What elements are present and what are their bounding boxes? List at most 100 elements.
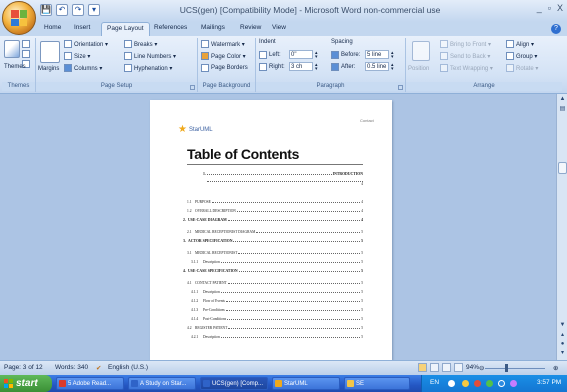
margins-icon[interactable] bbox=[40, 41, 60, 63]
network-icon[interactable] bbox=[462, 380, 469, 387]
toc-entry[interactable]: 2. USE-CASE DIAGRAM 4 bbox=[183, 218, 363, 222]
volume-icon[interactable] bbox=[498, 380, 505, 387]
taskbar-task[interactable]: A Study on Star... bbox=[128, 377, 196, 390]
select-browse-object-icon[interactable]: ● bbox=[559, 341, 566, 348]
rotate-button[interactable]: Rotate ▾ bbox=[506, 64, 538, 72]
customize-qat-icon[interactable]: ▾ bbox=[88, 4, 100, 16]
theme-fonts-icon[interactable] bbox=[22, 50, 30, 58]
clock[interactable]: 3:57 PM bbox=[537, 379, 561, 386]
tab-view[interactable]: View bbox=[272, 24, 286, 31]
position-button[interactable]: Position bbox=[408, 66, 429, 72]
undo-icon[interactable]: ↶ bbox=[56, 4, 68, 16]
toc-entry[interactable]: 3.1.1 Description 5 bbox=[191, 260, 363, 264]
taskbar-task[interactable]: 5 Adobe Read... bbox=[56, 377, 124, 390]
language-bar[interactable]: EN bbox=[430, 379, 439, 386]
theme-colors-icon[interactable] bbox=[22, 40, 30, 48]
toc-entry[interactable]: 2.1 MEDICAL RECEPTIONIST DIAGRAM 5 bbox=[187, 230, 363, 234]
start-button[interactable]: start bbox=[0, 375, 52, 392]
minimize-button[interactable]: _ bbox=[537, 3, 542, 13]
hyphenation-button[interactable]: Hyphenation ▾ bbox=[124, 64, 172, 72]
restore-button[interactable]: ▫ bbox=[548, 3, 551, 13]
indent-left-spinner-icon[interactable]: ▴ ▾ bbox=[315, 50, 319, 59]
toc-entry[interactable]: 4.2 REGISTER PATIENT 5 bbox=[187, 326, 363, 330]
scroll-thumb[interactable] bbox=[558, 162, 567, 174]
page-count[interactable]: Page: 3 of 12 bbox=[4, 364, 43, 371]
indent-right-spinner-icon[interactable]: ▴ ▾ bbox=[315, 62, 319, 71]
text-wrapping-button[interactable]: Text Wrapping ▾ bbox=[440, 64, 493, 72]
web-layout-icon[interactable] bbox=[442, 363, 451, 372]
outline-view-icon[interactable] bbox=[454, 363, 463, 372]
toc-entry[interactable]: 3.1 MEDICAL RECEPTIONIST 5 bbox=[187, 251, 363, 255]
word-count[interactable]: Words: 340 bbox=[55, 364, 88, 371]
indent-left-input[interactable]: 0" bbox=[289, 50, 313, 59]
spacing-after-input[interactable]: 0.5 line bbox=[365, 62, 389, 71]
size-button[interactable]: Size ▾ bbox=[64, 52, 90, 60]
breaks-button[interactable]: Breaks ▾ bbox=[124, 40, 157, 48]
toc-entry[interactable]: 4.1.4 Post-Conditions 5 bbox=[191, 317, 363, 321]
language-indicator[interactable]: English (U.S.) bbox=[108, 364, 148, 371]
orientation-button[interactable]: Orientation ▾ bbox=[64, 40, 108, 48]
next-page-icon[interactable]: ▾ bbox=[559, 350, 566, 357]
spacing-before-spinner-icon[interactable]: ▴ ▾ bbox=[391, 50, 395, 59]
zoom-level[interactable]: 94% bbox=[466, 364, 479, 371]
help-icon[interactable]: ? bbox=[551, 24, 561, 34]
update-icon[interactable] bbox=[486, 380, 493, 387]
position-icon[interactable] bbox=[412, 41, 430, 61]
indent-right-input[interactable]: 3 ch bbox=[289, 62, 313, 71]
spacing-before-input[interactable]: 5 line bbox=[365, 50, 389, 59]
taskbar-task[interactable]: StarUML bbox=[272, 377, 340, 390]
toc-entry[interactable]: 4.1.1 Description 5 bbox=[191, 290, 363, 294]
print-layout-icon[interactable] bbox=[418, 363, 427, 372]
page-borders-button[interactable]: Page Borders bbox=[201, 64, 248, 72]
scroll-down-icon[interactable]: ▼ bbox=[559, 322, 566, 329]
align-button[interactable]: Align ▾ bbox=[506, 40, 534, 48]
toc-entry[interactable]: 4.1 CONTACT PATIENT 5 bbox=[187, 281, 363, 285]
zoom-in-icon[interactable]: ⊕ bbox=[553, 364, 558, 372]
office-button[interactable] bbox=[2, 1, 36, 35]
tab-mailings[interactable]: Mailings bbox=[201, 24, 225, 31]
toc-entry[interactable]: 1.2 OVERALL DESCRIPTION 4 bbox=[187, 209, 363, 213]
themes-icon[interactable] bbox=[4, 40, 20, 58]
line-numbers-button[interactable]: Line Numbers ▾ bbox=[124, 52, 176, 60]
scroll-up-icon[interactable]: ▲ bbox=[559, 96, 566, 103]
toc-entry[interactable]: 1.1 PURPOSE 4 bbox=[187, 200, 363, 204]
previous-page-icon[interactable]: ▴ bbox=[559, 332, 566, 339]
zoom-out-icon[interactable]: ⊖ bbox=[479, 364, 484, 372]
toc-entry[interactable]: 4.1.2 Flow of Events 5 bbox=[191, 299, 363, 303]
toc-entry[interactable]: 1. INTRODUCTION bbox=[187, 172, 363, 176]
bring-to-front-button[interactable]: Bring to Front ▾ bbox=[440, 40, 491, 48]
page-setup-launcher-icon[interactable] bbox=[190, 85, 195, 90]
taskbar-task[interactable]: SE bbox=[344, 377, 410, 390]
page-color-button[interactable]: Page Color ▾ bbox=[201, 52, 246, 60]
proofing-icon[interactable]: ✔ bbox=[96, 364, 101, 372]
toc-entry[interactable]: 3. ACTOR SPECIFICATION 5 bbox=[183, 239, 363, 243]
zoom-slider-knob[interactable] bbox=[505, 364, 508, 372]
themes-button[interactable]: Themes bbox=[4, 64, 26, 70]
tab-home[interactable]: Home bbox=[44, 24, 61, 31]
messenger-icon[interactable] bbox=[510, 380, 517, 387]
tab-page-layout[interactable]: Page Layout bbox=[101, 22, 150, 36]
taskbar-task[interactable]: UCS(gen) [Comp... bbox=[200, 377, 268, 390]
antivirus-icon[interactable] bbox=[474, 380, 481, 387]
save-icon[interactable]: 💾 bbox=[40, 4, 52, 16]
columns-button[interactable]: Columns ▾ bbox=[64, 64, 102, 72]
tab-review[interactable]: Review bbox=[240, 24, 261, 31]
toc-entry[interactable]: 4.2.1 Description 5 bbox=[191, 335, 363, 339]
tab-insert[interactable]: Insert bbox=[74, 24, 90, 31]
group-button[interactable]: Group ▾ bbox=[506, 52, 537, 60]
zoom-slider[interactable] bbox=[485, 368, 545, 369]
document-page[interactable]: ★ StarUML Contact Table of Contents 1. IN… bbox=[150, 100, 392, 360]
toc-entry[interactable]: 4. USE-CASE SPECIFICATION 5 bbox=[183, 269, 363, 273]
full-screen-reading-icon[interactable] bbox=[430, 363, 439, 372]
toc-entry[interactable]: 4.1.3 Pre-Conditions 5 bbox=[191, 308, 363, 312]
close-button[interactable]: X bbox=[557, 3, 563, 13]
tab-references[interactable]: References bbox=[154, 24, 187, 31]
watermark-button[interactable]: Watermark ▾ bbox=[201, 40, 245, 48]
redo-icon[interactable]: ↷ bbox=[72, 4, 84, 16]
document-area[interactable]: ★ StarUML Contact Table of Contents 1. IN… bbox=[0, 94, 556, 360]
vertical-scrollbar[interactable]: ▲ ▤ ▼ ▴ ● ▾ bbox=[556, 94, 567, 360]
send-to-back-button[interactable]: Send to Back ▾ bbox=[440, 52, 490, 60]
ruler-toggle-icon[interactable]: ▤ bbox=[559, 106, 566, 113]
margins-button[interactable]: Margins bbox=[38, 66, 59, 72]
paragraph-launcher-icon[interactable] bbox=[398, 85, 403, 90]
